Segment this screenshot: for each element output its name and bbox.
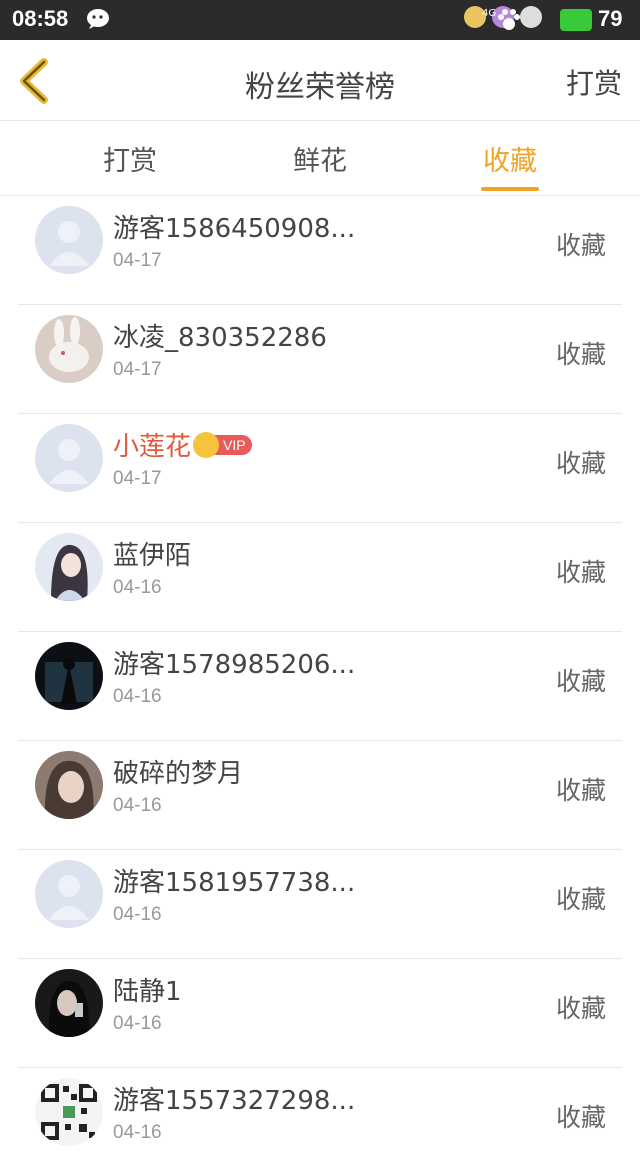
avatar (35, 206, 103, 274)
battery-icon (560, 9, 592, 31)
user-name: 游客1586450908... (113, 214, 356, 244)
avatar (35, 533, 103, 601)
list-item[interactable]: 小莲花 VIP 04-17 收藏 (18, 414, 622, 523)
date: 04-16 (113, 1122, 162, 1143)
tab-flowers[interactable]: 鲜花 (260, 139, 380, 178)
list-item[interactable]: 游客1586450908... 04-17 收藏 (18, 196, 622, 305)
tab-favorites[interactable]: 收藏 (450, 139, 570, 178)
network-type: 4G (482, 8, 497, 19)
user-name: 冰凌_830352286 (113, 323, 327, 353)
date: 04-17 (113, 250, 162, 271)
action-label: 收藏 (555, 449, 606, 478)
action-label: 收藏 (555, 340, 606, 369)
date: 04-16 (113, 577, 162, 598)
active-tab-indicator (481, 187, 539, 191)
action-label: 收藏 (555, 885, 606, 914)
date: 04-16 (113, 1013, 162, 1034)
action-label: 收藏 (555, 994, 606, 1023)
action-label: 收藏 (555, 1103, 606, 1132)
avatar (35, 751, 103, 819)
status-time: 08:58 (12, 6, 69, 31)
action-label: 收藏 (555, 558, 606, 587)
status-bar: 08:58 4G 79 (0, 0, 640, 40)
date: 04-16 (113, 795, 162, 816)
avatar (35, 424, 103, 492)
user-name-vip: 小莲花 VIP (113, 426, 252, 463)
list-item[interactable]: 破碎的梦月 04-16 收藏 (18, 741, 622, 850)
user-name: 游客1581957738... (113, 868, 356, 898)
header-bar: 粉丝荣誉榜 打赏 (0, 40, 640, 121)
avatar (35, 1078, 103, 1146)
action-label: 收藏 (555, 667, 606, 696)
avatar (35, 315, 103, 383)
list-item[interactable]: 蓝伊陌 04-16 收藏 (18, 523, 622, 632)
tab-bar: 打赏 鲜花 收藏 (0, 121, 640, 196)
user-name: 游客1557327298... (113, 1086, 356, 1116)
paw-icon (496, 8, 522, 36)
user-name: 游客1578985206... (113, 650, 356, 680)
user-name: 蓝伊陌 (113, 541, 192, 571)
reward-button[interactable]: 打赏 (566, 62, 622, 102)
wechat-icon (86, 8, 112, 34)
date: 04-17 (113, 359, 162, 380)
action-label: 收藏 (555, 231, 606, 260)
app-notification-icon (520, 6, 542, 28)
date: 04-16 (113, 904, 162, 925)
avatar (35, 969, 103, 1037)
list-item[interactable]: 冰凌_830352286 04-17 收藏 (18, 305, 622, 414)
list-item[interactable]: 游客1557327298... 04-16 收藏 (18, 1068, 622, 1176)
list-item[interactable]: 游客1581957738... 04-16 收藏 (18, 850, 622, 959)
list-item[interactable]: 游客1578985206... 04-16 收藏 (18, 632, 622, 741)
crown-icon (193, 431, 220, 458)
fan-list: 游客1586450908... 04-17 收藏 冰凌_830352286 04… (0, 196, 640, 1176)
date: 04-16 (113, 686, 162, 707)
page-title: 粉丝荣誉榜 (245, 70, 395, 105)
avatar (35, 642, 103, 710)
list-item[interactable]: 陆静1 04-16 收藏 (18, 959, 622, 1068)
battery-level: 79 (598, 6, 623, 31)
tab-reward[interactable]: 打赏 (70, 139, 190, 178)
action-label: 收藏 (555, 776, 606, 805)
user-name: 陆静1 (113, 977, 182, 1007)
user-name: 小莲花 (113, 432, 192, 462)
vip-badge: VIP (193, 431, 252, 458)
avatar (35, 860, 103, 928)
date: 04-17 (113, 468, 162, 489)
user-name: 破碎的梦月 (113, 759, 244, 789)
